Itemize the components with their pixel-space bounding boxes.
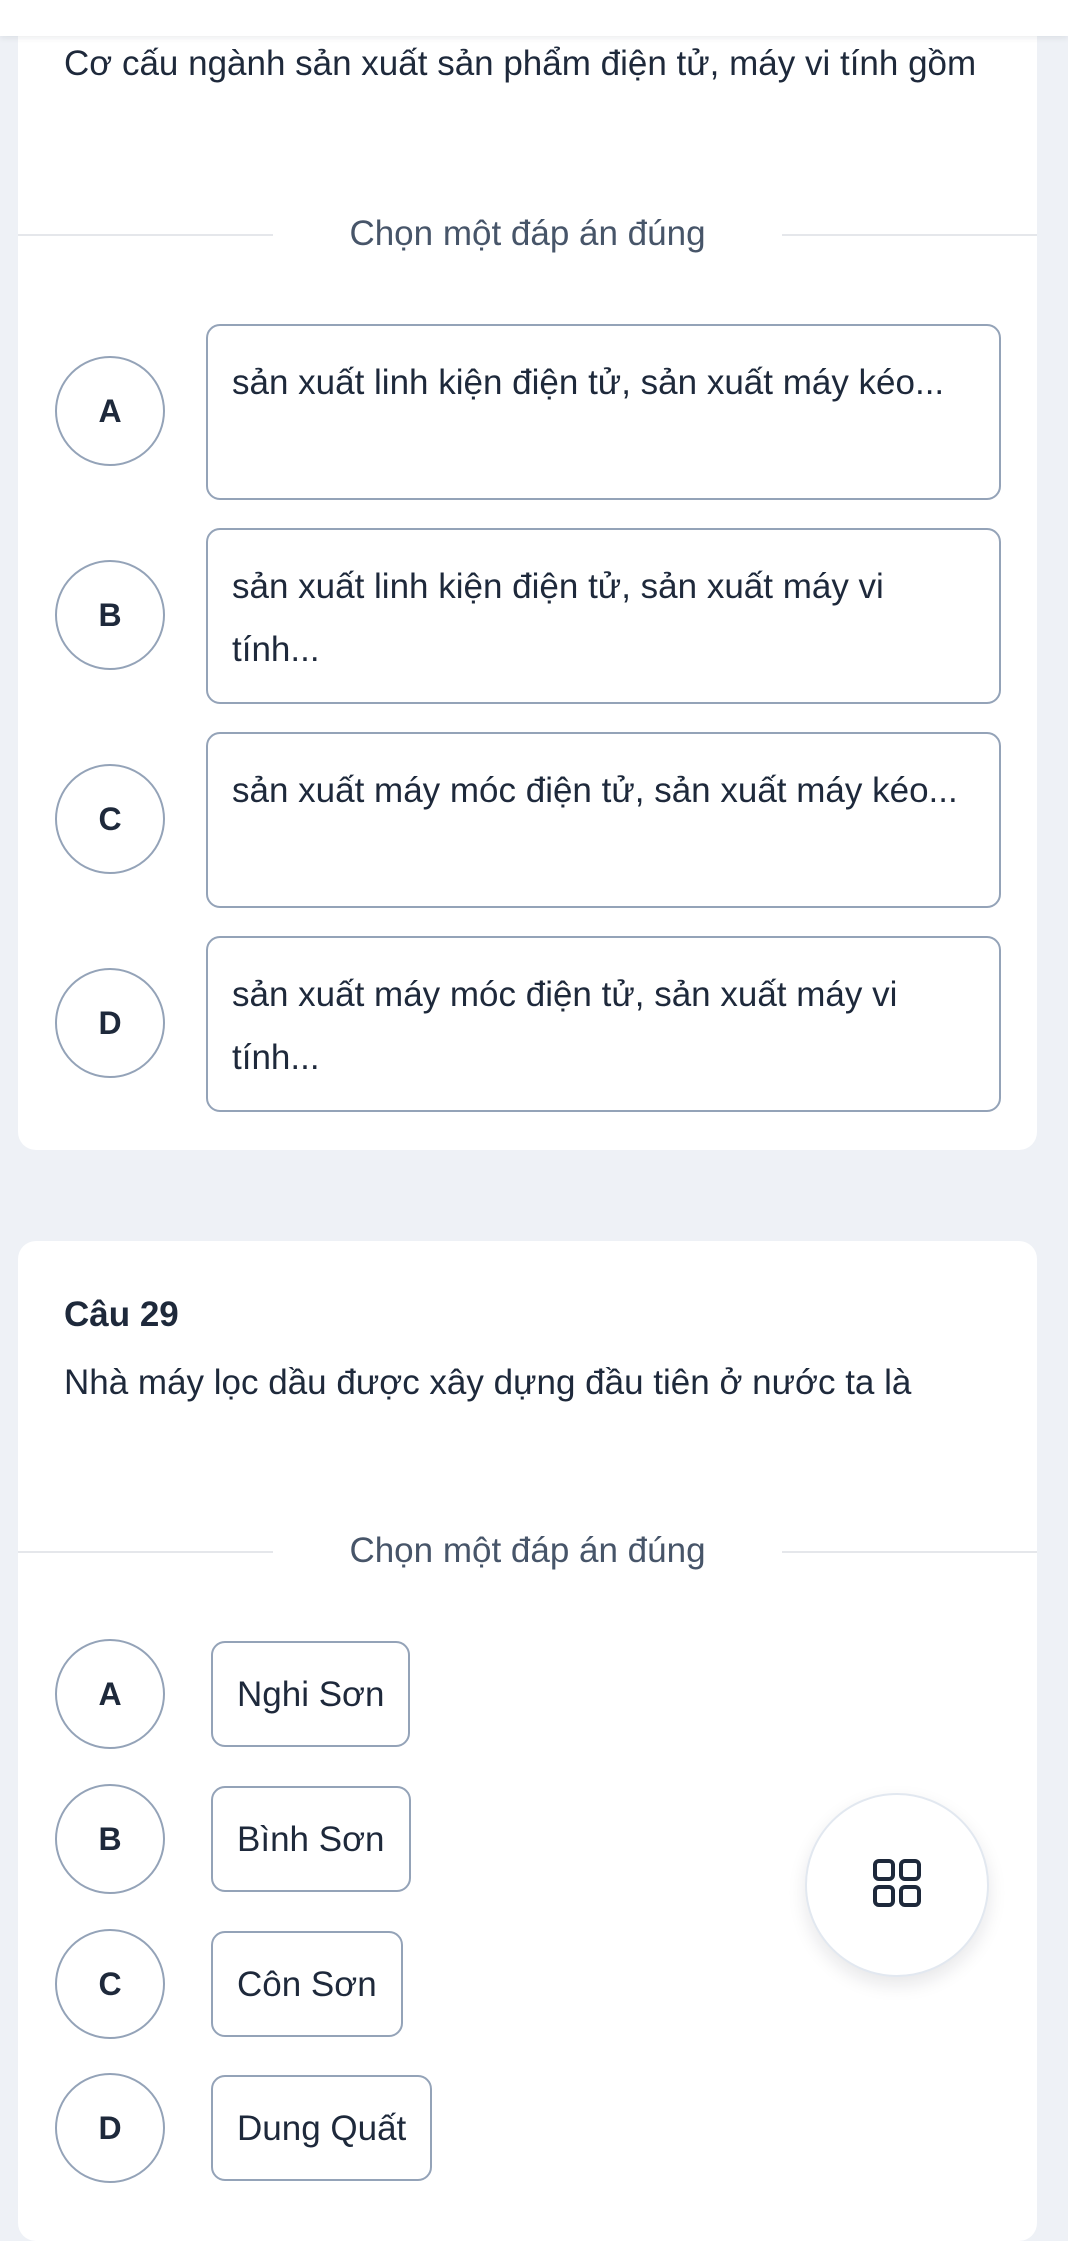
option-letter-c[interactable]: C — [55, 764, 165, 874]
answer-divider: Chọn một đáp án đúng — [18, 1526, 1037, 1576]
question-text: Cơ cấu ngành sản xuất sản phẩm điện tử, … — [64, 44, 977, 83]
instruction-label: Chọn một đáp án đúng — [349, 1531, 706, 1570]
option-d-button[interactable]: sản xuất máy móc điện tử, sản xuất máy v… — [206, 936, 1001, 1112]
option-b-button[interactable]: Bình Sơn — [211, 1786, 411, 1892]
option-a-button[interactable]: Nghi Sơn — [211, 1641, 411, 1747]
option-letter-d[interactable]: D — [55, 968, 165, 1078]
grid-icon — [872, 1858, 922, 1913]
option-letter-b[interactable]: B — [55, 1784, 165, 1894]
option-d-button[interactable]: Dung Quất — [211, 2075, 433, 2181]
option-letter-a[interactable]: A — [55, 356, 165, 466]
option-letter-c[interactable]: C — [55, 1929, 165, 2039]
option-c-button[interactable]: sản xuất máy móc điện tử, sản xuất máy k… — [206, 732, 1001, 908]
question-text: Nhà máy lọc dầu được xây dựng đầu tiên ở… — [64, 1363, 912, 1402]
option-a-button[interactable]: sản xuất linh kiện điện tử, sản xuất máy… — [206, 324, 1001, 500]
option-letter-a[interactable]: A — [55, 1639, 165, 1749]
option-letter-d[interactable]: D — [55, 2073, 165, 2183]
option-c-button[interactable]: Côn Sơn — [211, 1931, 403, 2037]
top-app-bar — [0, 0, 1068, 36]
answer-divider: Chọn một đáp án đúng — [18, 209, 1037, 259]
question-card: Câu 29 Nhà máy lọc dầu được xây dựng đầu… — [18, 1241, 1037, 2241]
question-grid-button[interactable] — [805, 1793, 989, 1977]
instruction-label: Chọn một đáp án đúng — [349, 214, 706, 253]
option-letter-b[interactable]: B — [55, 560, 165, 670]
option-b-button[interactable]: sản xuất linh kiện điện tử, sản xuất máy… — [206, 528, 1001, 704]
question-card: Cơ cấu ngành sản xuất sản phẩm điện tử, … — [18, 10, 1037, 1150]
question-number: Câu 29 — [64, 1295, 179, 1334]
